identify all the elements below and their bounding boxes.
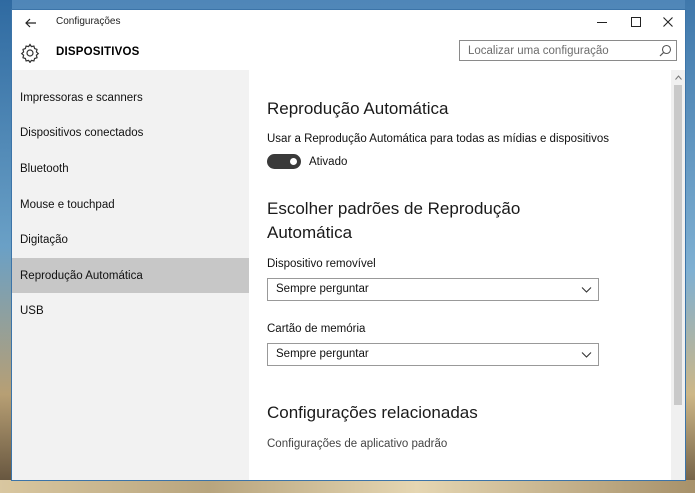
memory-card-label: Cartão de memória	[267, 323, 366, 335]
related-settings-title: Configurações relacionadas	[267, 403, 478, 422]
sidebar: Impressoras e scanners Dispositivos cone…	[12, 70, 249, 480]
sidebar-item-label: Reprodução Automática	[20, 269, 143, 282]
page-title: DISPOSITIVOS	[56, 46, 140, 58]
maximize-button[interactable]	[619, 10, 653, 34]
select-value: Sempre perguntar	[276, 283, 369, 295]
sidebar-item-impressoras[interactable]: Impressoras e scanners	[12, 80, 249, 115]
scroll-up-button[interactable]	[671, 70, 685, 84]
scroll-thumb[interactable]	[674, 85, 682, 405]
sidebar-item-bluetooth[interactable]: Bluetooth	[12, 151, 249, 186]
sidebar-item-dispositivos-conectados[interactable]: Dispositivos conectados	[12, 115, 249, 150]
autoplay-title: Reprodução Automática	[267, 99, 449, 118]
sidebar-item-label: Digitação	[20, 233, 68, 246]
title-bar: Configurações	[12, 10, 685, 35]
back-button[interactable]	[17, 12, 45, 34]
search-icon[interactable]	[659, 44, 672, 57]
desktop-background-bottom	[0, 480, 695, 493]
autoplay-description: Usar a Reprodução Automática para todas …	[267, 133, 609, 145]
sidebar-item-reproducao-automatica[interactable]: Reprodução Automática	[12, 258, 249, 293]
sidebar-item-label: Mouse e touchpad	[20, 198, 115, 211]
memory-card-select[interactable]: Sempre perguntar	[267, 343, 599, 366]
close-icon	[663, 17, 673, 27]
chevron-up-icon	[674, 74, 682, 80]
window-title: Configurações	[56, 16, 121, 27]
search-input[interactable]	[460, 41, 658, 60]
sidebar-item-label: Impressoras e scanners	[20, 91, 143, 104]
sidebar-item-usb[interactable]: USB	[12, 293, 249, 328]
sidebar-item-digitacao[interactable]: Digitação	[12, 222, 249, 257]
autoplay-toggle[interactable]	[267, 154, 301, 169]
gear-icon	[20, 43, 40, 63]
desktop-background-right	[685, 0, 695, 493]
select-value: Sempre perguntar	[276, 348, 369, 360]
removable-device-select[interactable]: Sempre perguntar	[267, 278, 599, 301]
sidebar-item-label: Bluetooth	[20, 162, 69, 175]
maximize-icon	[631, 17, 641, 27]
toggle-state-label: Ativado	[309, 156, 348, 168]
search-box[interactable]	[459, 40, 677, 61]
minimize-icon	[597, 22, 607, 23]
defaults-title-line1: Escolher padrões de Reprodução	[267, 199, 521, 218]
sidebar-item-mouse-touchpad[interactable]: Mouse e touchpad	[12, 187, 249, 222]
chevron-down-icon	[581, 287, 592, 293]
defaults-title-line2: Automática	[267, 223, 353, 242]
settings-window: Configurações DISPOSITIVOS Localizar uma…	[12, 10, 685, 480]
scrollbar[interactable]	[671, 70, 685, 480]
back-arrow-icon	[25, 18, 36, 28]
close-button[interactable]	[651, 10, 685, 34]
main-content: Reprodução Automática Usar a Reprodução …	[249, 70, 671, 480]
sidebar-item-label: USB	[20, 304, 44, 317]
toggle-knob	[290, 158, 297, 165]
chevron-down-icon	[581, 352, 592, 358]
minimize-button[interactable]	[585, 10, 619, 34]
desktop-background-left	[0, 0, 12, 493]
default-apps-link[interactable]: Configurações de aplicativo padrão	[267, 438, 447, 450]
sidebar-item-label: Dispositivos conectados	[20, 126, 144, 139]
removable-device-label: Dispositivo removível	[267, 258, 376, 270]
page-header: DISPOSITIVOS	[12, 35, 685, 70]
